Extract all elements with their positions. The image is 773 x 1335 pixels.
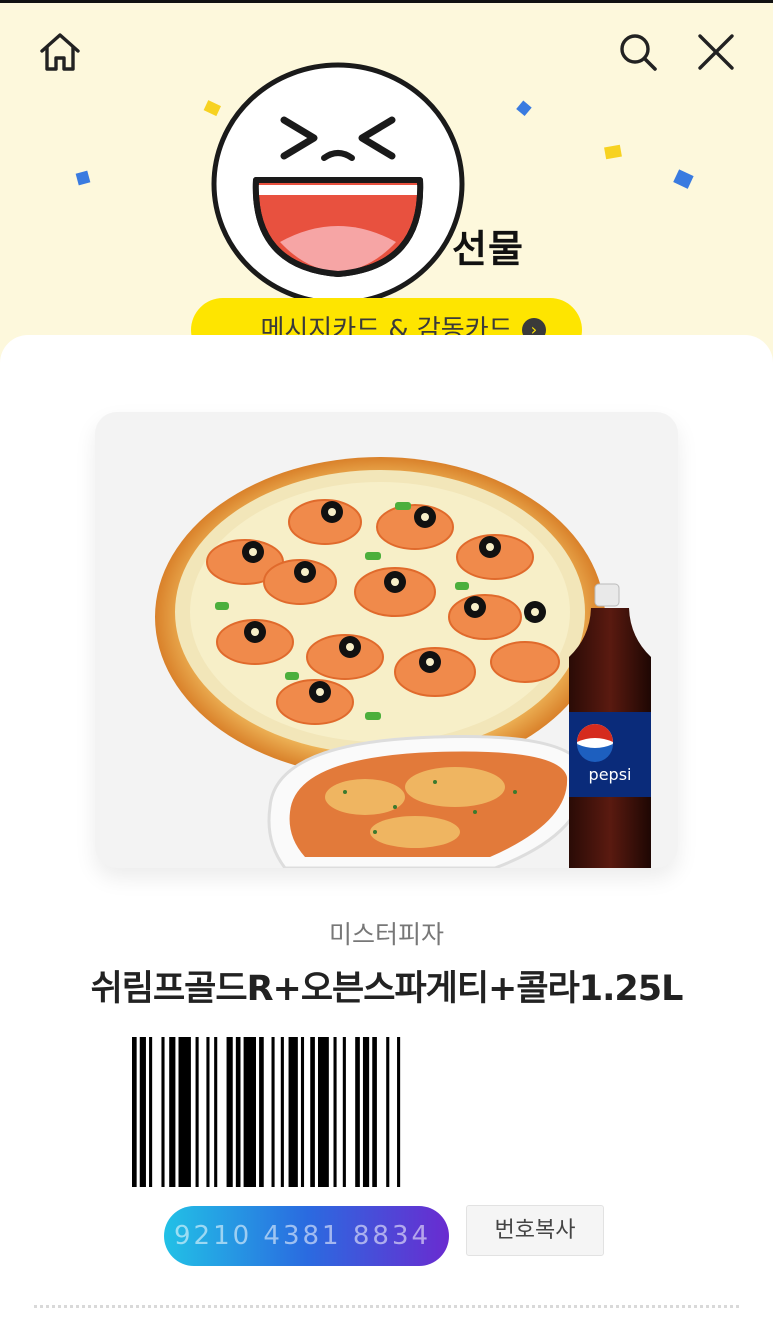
search-icon — [620, 34, 657, 71]
close-icon — [698, 34, 734, 70]
gift-card: pepsi 미스터피자 쉬림프골드R+오븐스파게티+콜라1.25L 9210 4… — [0, 335, 773, 1335]
home-icon — [40, 33, 80, 71]
svg-text:pepsi: pepsi — [589, 765, 632, 784]
product-name: 쉬림프골드R+오븐스파게티+콜라1.25L — [90, 969, 684, 1009]
confetti-icon — [604, 144, 622, 160]
laughing-face-icon — [211, 62, 465, 306]
confetti-icon — [75, 170, 91, 186]
barcode-number: 9210 4381 8834 — [164, 1206, 449, 1266]
product-image: pepsi — [95, 412, 678, 868]
dotted-divider — [34, 1305, 739, 1308]
barcode-image — [132, 1037, 401, 1187]
home-button[interactable] — [34, 26, 86, 78]
close-button[interactable] — [690, 26, 742, 78]
gift-title: 선물 — [452, 227, 524, 271]
copy-number-button[interactable]: 번호복사 — [466, 1205, 604, 1256]
confetti-icon — [516, 100, 532, 117]
pizza-set-image: pepsi — [155, 457, 651, 868]
confetti-icon — [673, 169, 694, 189]
top-border — [0, 0, 773, 3]
brand-name: 미스터피자 — [328, 920, 444, 949]
search-button[interactable] — [612, 26, 664, 78]
